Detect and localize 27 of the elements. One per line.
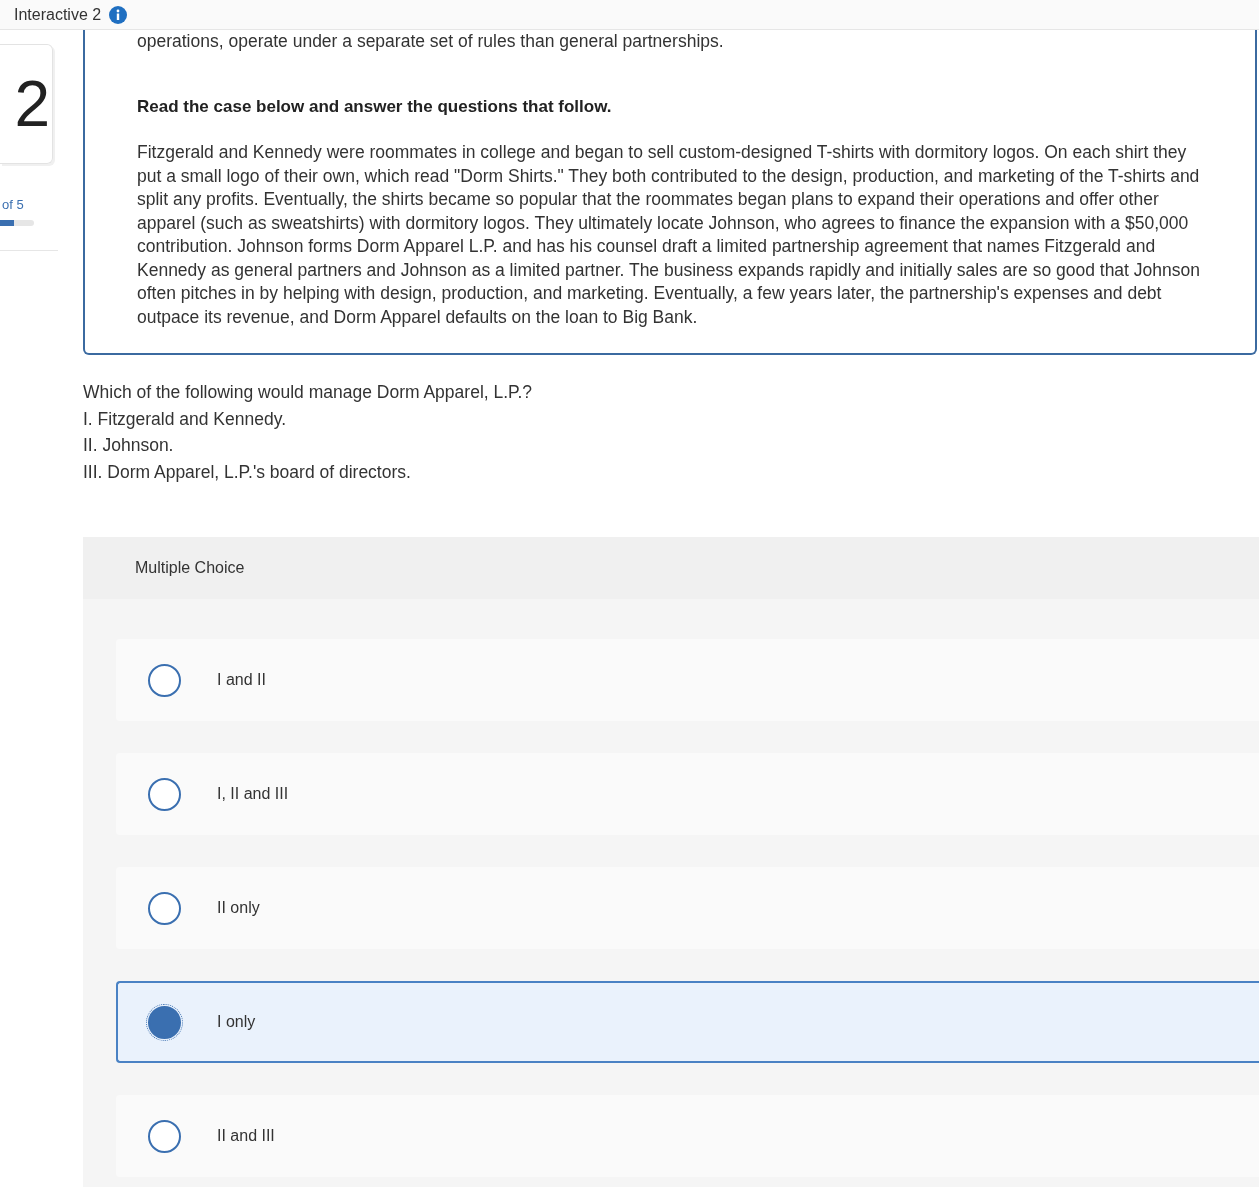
info-icon[interactable]: [109, 5, 128, 24]
assignment-title: Interactive 2: [14, 5, 102, 24]
answer-option[interactable]: I only: [116, 981, 1259, 1063]
answer-option[interactable]: I and II: [116, 639, 1259, 721]
question-type-label: Multiple Choice: [135, 559, 245, 577]
radio-button[interactable]: [148, 1005, 181, 1039]
question-number: 2: [14, 67, 50, 141]
answer-option-label: II only: [217, 899, 260, 917]
case-passage: Fitzgerald and Kennedy were roommates in college and began to sell custom-designed T-shirts with dormitory logos. On each shirt they put a small logo of their own, which read "Dorm Shirts." They both contributed to the design, production, and marketing of the T-shirts and split any profits. Eventually, the shirts became so popular that the roommates began plans to expand their operations and offer other apparel (such as sweatshirts) with dormitory logos. They ultimately locate Johnson, who agrees to finance the expansion with a $50,000 contribution. Johnson forms Dorm Apparel L.P. and has his counsel draft a limited partnership agreement that names Fitzgerald and Kennedy as general partners and Johnson as a limited partner. The business expands rapidly and initially sales are so good that Johnson often pitches in by helping with design, production, and marketing. Eventually, a few years later, the partnership's expenses and debt outpace its revenue, and Dorm Apparel defaults on the loan to Big Bank.: [137, 141, 1201, 329]
answer-option-label: I, II and III: [217, 785, 289, 803]
answer-option[interactable]: II and III: [116, 1095, 1259, 1177]
radio-button[interactable]: [148, 663, 181, 697]
progress-text: of 5: [1, 197, 25, 212]
question-text: I. Fitzgerald and Kennedy.: [83, 407, 287, 431]
answer-option[interactable]: II only: [116, 867, 1259, 949]
question-text: III. Dorm Apparel, L.P.'s board of directors.: [83, 460, 412, 484]
answer-option[interactable]: I, II and III: [116, 753, 1259, 835]
answer-option-label: II and III: [217, 1127, 275, 1145]
radio-button[interactable]: [148, 891, 181, 925]
radio-button[interactable]: [148, 777, 181, 811]
answer-option-label: I and II: [217, 671, 266, 689]
question-text: Which of the following would manage Dorm Apparel, L.P.?: [83, 381, 534, 404]
radio-button[interactable]: [148, 1119, 181, 1153]
answer-option-label: I only: [217, 1013, 256, 1031]
case-instruction: Read the case below and answer the questions that follow.: [137, 97, 613, 117]
case-intro-text: operations, operate under a separate set of rules than general partnerships.: [137, 30, 725, 52]
question-text: II. Johnson.: [83, 434, 175, 457]
